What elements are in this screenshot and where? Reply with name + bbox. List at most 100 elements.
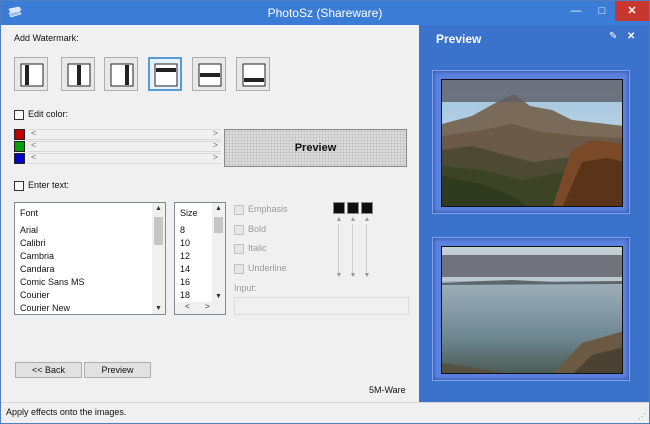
preview-panel-title: Preview — [436, 32, 482, 46]
font-list-item[interactable]: Courier — [20, 290, 50, 300]
font-listbox[interactable]: Font Arial Calibri Cambria Candara Comic… — [14, 202, 166, 315]
font-list-item[interactable]: Comic Sans MS — [20, 277, 85, 287]
font-list-item[interactable]: Calibri — [20, 238, 46, 248]
size-list-item[interactable]: 18 — [180, 290, 190, 300]
settings-pane: Add Watermark: Edit color: < > < > < > P… — [1, 25, 419, 402]
size-listbox[interactable]: Size 8 10 12 14 16 18 ▲ ▼ < > — [174, 202, 226, 315]
scroll-thumb[interactable] — [214, 217, 223, 233]
watermark-center-vertical-bar-icon — [67, 63, 91, 87]
title-bar[interactable]: PhotoSz (Shareware) — □ ✕ — [1, 1, 649, 25]
scroll-down-arrow-icon[interactable]: ▼ — [152, 305, 165, 312]
scroll-thumb[interactable] — [154, 217, 163, 245]
text-color-track-1[interactable]: ▲ ▼ — [333, 216, 345, 282]
preview-thumbnail-2[interactable] — [432, 237, 630, 381]
font-list-scrollbar[interactable]: ▲ ▼ — [152, 203, 165, 314]
app-window: PhotoSz (Shareware) — □ ✕ Add Watermark: — [0, 0, 650, 424]
preview-panel: Preview ✎ ✕ — [419, 25, 649, 402]
minimize-button[interactable]: — — [563, 1, 589, 21]
watermark-top-bar-button[interactable] — [148, 57, 182, 91]
font-list-item[interactable]: Cambria — [20, 251, 54, 261]
resize-grip-icon[interactable]: ⋰ — [638, 412, 646, 421]
blue-slider[interactable]: < > — [28, 152, 221, 164]
blue-swatch — [14, 153, 25, 164]
maximize-button[interactable]: □ — [589, 1, 615, 21]
scroll-left-arrow-icon[interactable]: < — [185, 302, 190, 311]
window-title: PhotoSz (Shareware) — [267, 6, 383, 20]
underline-label: Underline — [248, 263, 287, 273]
text-color-swatch-2[interactable] — [347, 202, 359, 214]
edit-color-label: Edit color: — [28, 109, 69, 119]
size-list-item[interactable]: 12 — [180, 251, 190, 261]
size-list-item[interactable]: 10 — [180, 238, 190, 248]
watermark-middle-horizontal-bar-button[interactable] — [192, 57, 226, 91]
red-swatch — [14, 129, 25, 140]
status-text: Apply effects onto the images. — [6, 407, 127, 417]
track-up-arrow-icon[interactable]: ▲ — [347, 216, 359, 223]
watermark-left-bar-button[interactable] — [14, 57, 48, 91]
watermark-left-bar-icon — [20, 63, 44, 87]
track-line — [366, 224, 367, 274]
font-list-item[interactable]: Courier New — [20, 303, 70, 313]
green-slider-right-arrow[interactable]: > — [213, 140, 218, 150]
track-up-arrow-icon[interactable]: ▲ — [333, 216, 345, 223]
text-color-track-2[interactable]: ▲ ▼ — [347, 216, 359, 282]
size-list-header: Size — [180, 208, 198, 218]
text-input-field[interactable] — [234, 297, 409, 315]
blue-slider-right-arrow[interactable]: > — [213, 152, 218, 162]
bold-label: Bold — [248, 224, 267, 234]
watermark-bar-overlay — [442, 255, 622, 277]
emphasis-checkbox[interactable] — [234, 205, 244, 215]
size-list-scrollbar[interactable]: ▲ ▼ — [212, 203, 225, 302]
panel-close-icon[interactable]: ✕ — [627, 31, 635, 42]
scroll-down-arrow-icon[interactable]: ▼ — [212, 293, 225, 300]
red-slider-right-arrow[interactable]: > — [213, 128, 218, 138]
green-slider[interactable]: < > — [28, 140, 221, 152]
close-button[interactable]: ✕ — [615, 1, 649, 21]
track-down-arrow-icon[interactable]: ▼ — [333, 272, 345, 279]
track-line — [338, 224, 339, 274]
track-line — [352, 224, 353, 274]
italic-label: Italic — [248, 243, 267, 253]
green-slider-left-arrow[interactable]: < — [31, 140, 36, 150]
track-up-arrow-icon[interactable]: ▲ — [361, 216, 373, 223]
watermark-center-vertical-bar-button[interactable] — [61, 57, 95, 91]
size-list-item[interactable]: 16 — [180, 277, 190, 287]
pin-icon[interactable]: ✎ — [609, 31, 617, 42]
size-list-hscrollbar[interactable]: < > — [175, 302, 225, 314]
text-color-swatch-3[interactable] — [361, 202, 373, 214]
font-list-header: Font — [20, 208, 39, 218]
input-label: Input: — [234, 283, 257, 293]
preview-thumbnail-1[interactable] — [432, 70, 630, 214]
blue-slider-left-arrow[interactable]: < — [31, 152, 36, 162]
emphasis-label: Emphasis — [248, 204, 288, 214]
watermark-bar-overlay — [442, 80, 622, 102]
text-color-swatch-1[interactable] — [333, 202, 345, 214]
underline-checkbox[interactable] — [234, 264, 244, 274]
edit-color-checkbox[interactable] — [14, 110, 24, 120]
green-swatch — [14, 141, 25, 152]
mountain-valley-image — [441, 79, 623, 207]
text-color-track-3[interactable]: ▲ ▼ — [361, 216, 373, 282]
size-list-item[interactable]: 14 — [180, 264, 190, 274]
scroll-right-arrow-icon[interactable]: > — [205, 302, 210, 311]
track-down-arrow-icon[interactable]: ▼ — [361, 272, 373, 279]
watermark-right-bar-icon — [110, 63, 134, 87]
red-slider-left-arrow[interactable]: < — [31, 128, 36, 138]
preview-button-large[interactable]: Preview — [224, 129, 407, 167]
italic-checkbox[interactable] — [234, 244, 244, 254]
watermark-right-bar-button[interactable] — [104, 57, 138, 91]
back-button[interactable]: << Back — [15, 362, 82, 378]
scroll-up-arrow-icon[interactable]: ▲ — [152, 205, 165, 212]
bold-checkbox[interactable] — [234, 225, 244, 235]
watermark-bottom-bar-button[interactable] — [236, 57, 270, 91]
red-slider[interactable]: < > — [28, 128, 221, 140]
scroll-up-arrow-icon[interactable]: ▲ — [212, 205, 225, 212]
font-list-item[interactable]: Arial — [20, 225, 38, 235]
font-list-item[interactable]: Candara — [20, 264, 55, 274]
track-down-arrow-icon[interactable]: ▼ — [347, 272, 359, 279]
enter-text-label: Enter text: — [28, 180, 70, 190]
vendor-label: 5M-Ware — [369, 385, 406, 395]
enter-text-checkbox[interactable] — [14, 181, 24, 191]
size-list-item[interactable]: 8 — [180, 225, 185, 235]
preview-button-small[interactable]: Preview — [84, 362, 151, 378]
